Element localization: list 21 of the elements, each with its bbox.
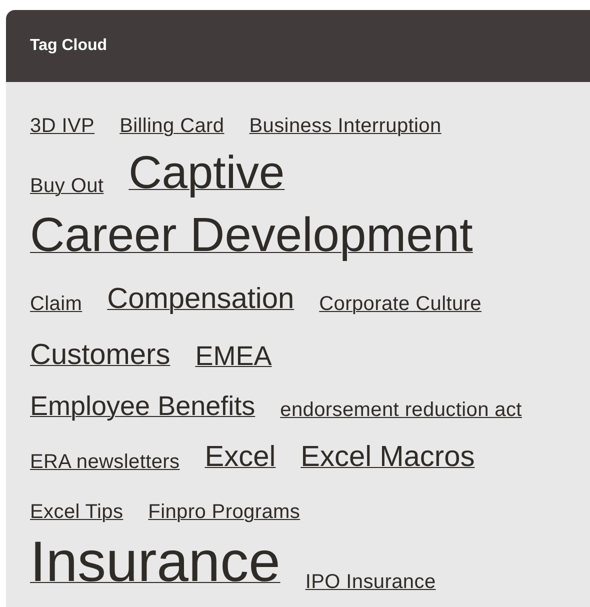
tag-link[interactable]: Captive: [128, 146, 285, 198]
tag-link[interactable]: Excel: [204, 440, 276, 474]
tag-link[interactable]: Corporate Culture: [319, 292, 482, 316]
tag-link[interactable]: Buy Out: [30, 174, 104, 198]
tag-link[interactable]: Excel Macros: [300, 440, 475, 474]
tag-link[interactable]: EMEA: [195, 340, 272, 372]
tag-link[interactable]: Career Development: [30, 208, 473, 264]
tag-link[interactable]: endorsement reduction act: [280, 398, 522, 422]
tag-link[interactable]: ERA newsletters: [30, 450, 180, 474]
tag-link[interactable]: Excel Tips: [30, 500, 124, 524]
tag-link[interactable]: Business Interruption: [249, 114, 442, 138]
panel-title: Tag Cloud: [30, 36, 108, 56]
tag-link[interactable]: 3D IVP: [30, 114, 95, 138]
tag-link[interactable]: Finpro Programs: [148, 500, 300, 524]
tag-link[interactable]: Insurance: [30, 530, 280, 594]
tag-link[interactable]: Customers: [30, 338, 170, 372]
tag-link[interactable]: Billing Card: [120, 114, 224, 138]
tag-link[interactable]: IPO Insurance: [305, 570, 436, 594]
tag-link[interactable]: Claim: [30, 292, 82, 316]
tag-link[interactable]: Compensation: [107, 282, 294, 316]
tag-link[interactable]: Employee Benefits: [30, 390, 256, 422]
